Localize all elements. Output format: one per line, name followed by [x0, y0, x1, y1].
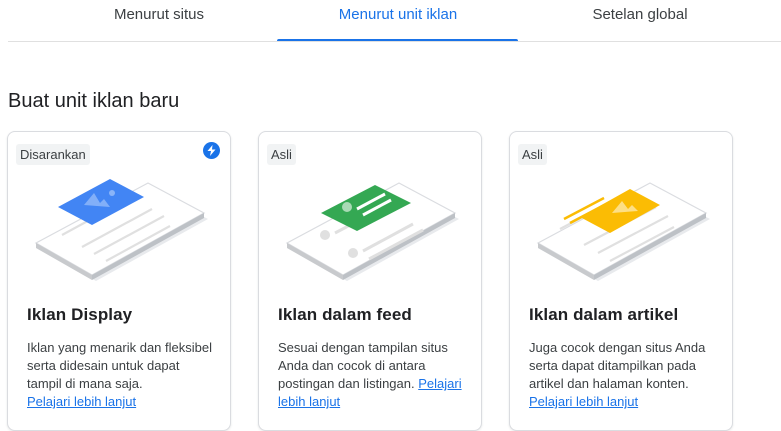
section-title: Buat unit iklan baru — [8, 90, 180, 112]
in-feed-ad-illustration — [285, 182, 459, 281]
native-badge: Asli — [518, 144, 547, 165]
tab-by-ad-unit[interactable]: Menurut unit iklan — [277, 0, 519, 42]
card-title: Iklan Display — [27, 305, 133, 324]
tab-divider — [8, 41, 781, 42]
tab-bar: Menurut situs Menurut unit iklan Setelan… — [0, 0, 781, 42]
card-description: Iklan yang menarik dan fleksibel serta d… — [27, 340, 212, 409]
in-feed-ad-card[interactable]: Asli Iklan dalam feed Sesuai dengan tamp… — [258, 131, 482, 431]
learn-more-link[interactable]: Pelajari lebih lanjut — [529, 394, 638, 409]
in-article-ad-illustration — [536, 182, 710, 281]
tab-by-site[interactable]: Menurut situs — [38, 0, 280, 42]
card-description: Juga cocok dengan situs Anda serta dapat… — [529, 340, 706, 409]
native-badge: Asli — [267, 144, 296, 165]
display-ad-illustration — [34, 179, 208, 281]
card-description: Sesuai dengan tampilan situs Anda dan co… — [278, 340, 462, 409]
learn-more-link[interactable]: Pelajari lebih lanjut — [27, 394, 136, 409]
in-article-ad-card[interactable]: Asli Iklan dalam artikel Juga cocok deng… — [509, 131, 733, 431]
bolt-icon — [203, 142, 220, 159]
display-ad-card[interactable]: Disarankan Iklan Display Iklan yang mena… — [7, 131, 231, 431]
recommended-badge: Disarankan — [16, 144, 90, 165]
card-title: Iklan dalam artikel — [529, 305, 679, 324]
card-title: Iklan dalam feed — [278, 305, 412, 324]
tab-global-settings[interactable]: Setelan global — [519, 0, 761, 42]
